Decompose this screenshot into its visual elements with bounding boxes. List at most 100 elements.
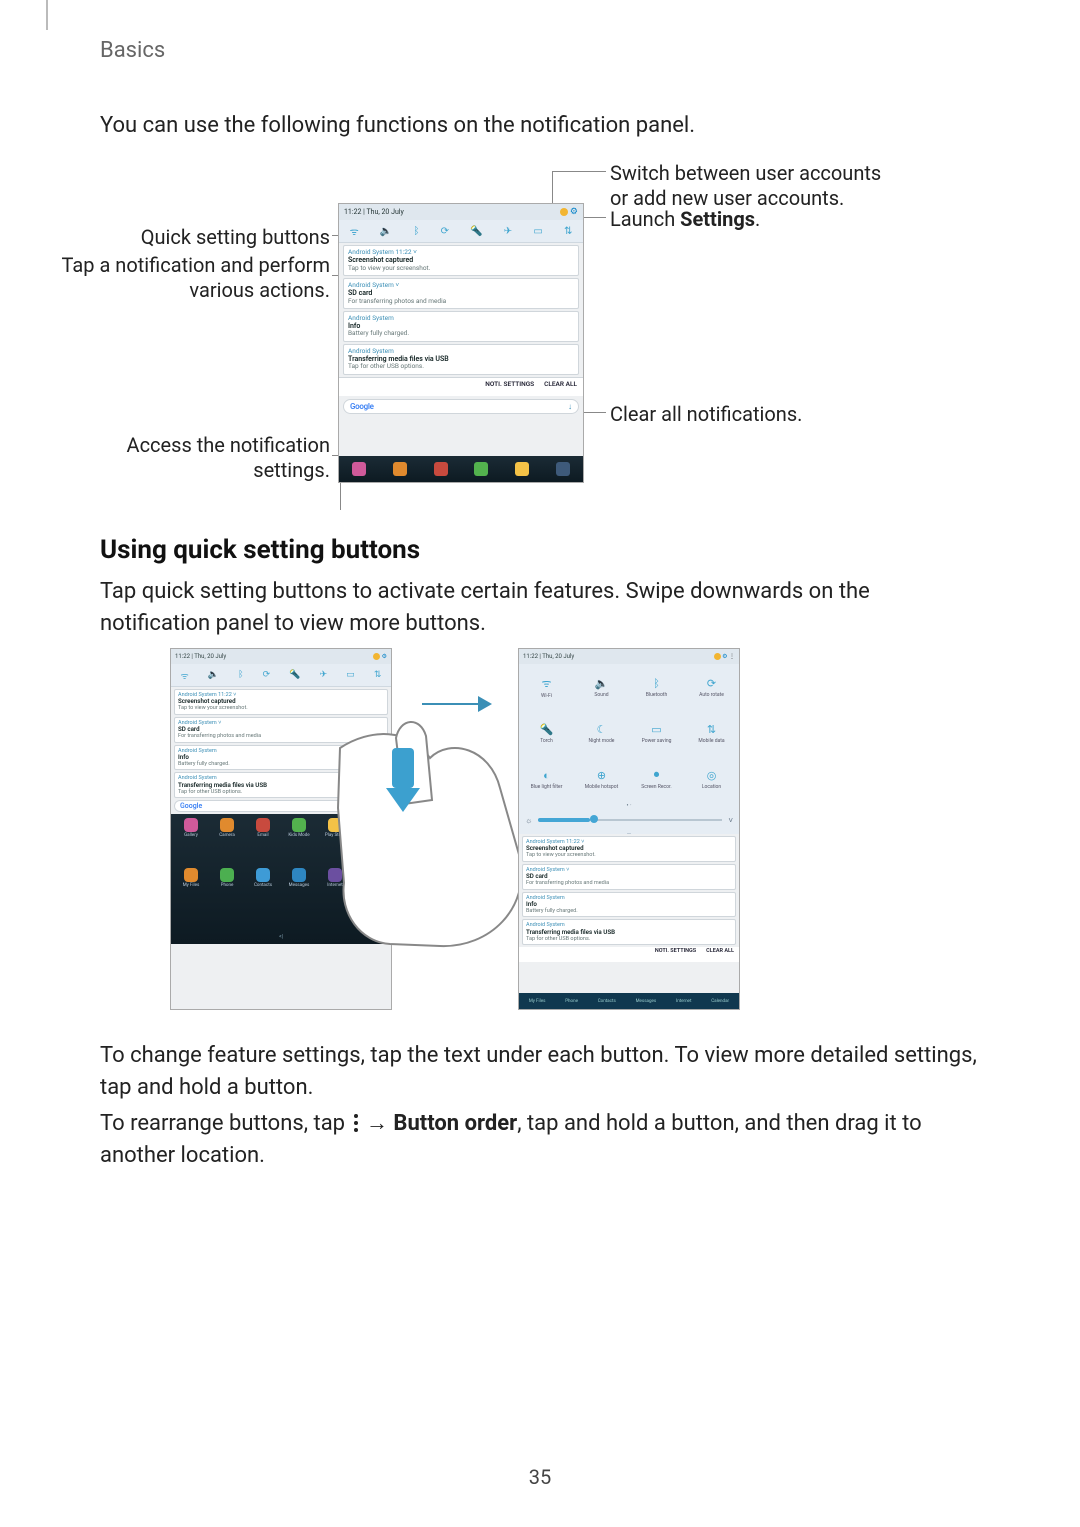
clear-all-button[interactable]: CLEAR ALL xyxy=(544,380,577,394)
google-search-bar[interactable]: Google ↓ xyxy=(343,399,579,414)
user-avatar-icon[interactable] xyxy=(560,208,568,216)
home-screen-area: Gallery Camera Email Kids Mode Play Stor… xyxy=(171,814,391,944)
notification-item[interactable]: Android System 11:22 ˅ Screenshot captur… xyxy=(174,689,388,715)
paragraph-change-feature: To change feature settings, tap the text… xyxy=(100,1040,980,1104)
airplane-icon[interactable]: ✈ xyxy=(504,226,512,237)
notif-title: Info xyxy=(178,754,384,761)
taskbar-item[interactable]: Contacts xyxy=(598,999,616,1004)
app-camera[interactable]: Camera xyxy=(213,818,241,838)
bluetooth-icon[interactable]: ᛒ xyxy=(413,226,419,237)
app-icon-email[interactable] xyxy=(434,462,448,476)
taskbar-item[interactable]: Calendar xyxy=(711,999,729,1004)
mic-icon[interactable]: ↓ xyxy=(568,402,572,411)
quick-settings-expand-figure: 11:22 | Thu, 20 July ⚙ ᯤ 🔈 ᛒ ⟳ 🔦 ✈ ▭ ⇅ A… xyxy=(170,648,910,1018)
app-icon-apps[interactable] xyxy=(556,462,570,476)
wifi-icon[interactable]: ᯤ xyxy=(350,224,359,238)
google-logo: Google xyxy=(180,802,202,810)
powersave-icon[interactable]: ▭ xyxy=(346,670,355,680)
google-search-bar[interactable]: Google xyxy=(174,800,388,812)
app-messages[interactable]: Messages xyxy=(285,868,313,888)
noti-settings-button[interactable]: NOTI. SETTINGS xyxy=(655,948,696,961)
qs-tile-mobiledata[interactable]: ⇅Mobile data xyxy=(684,710,739,756)
app-icon-playstore[interactable] xyxy=(515,462,529,476)
brightness-icon: ☼ xyxy=(525,816,532,825)
qs-tile-bluelight[interactable]: ◐Blue light filter xyxy=(519,756,574,802)
user-avatar-icon[interactable] xyxy=(714,653,721,660)
notification-item[interactable]: Android System 11:22 ˅ Screenshot captur… xyxy=(522,836,736,862)
qs-tile-label: Mobile data xyxy=(698,738,724,744)
qs-tile-torch[interactable]: 🔦Torch xyxy=(519,710,574,756)
app-myfiles[interactable]: My Files xyxy=(177,868,205,888)
user-avatar-icon[interactable] xyxy=(373,653,380,660)
gear-icon[interactable]: ⚙ xyxy=(382,653,387,660)
notification-item[interactable]: Android System 11:22 ˅ Screenshot captur… xyxy=(343,245,579,276)
breadcrumb: Basics xyxy=(100,38,165,63)
airplane-icon[interactable]: ✈ xyxy=(320,670,328,680)
label-launch-settings-c: . xyxy=(755,207,760,231)
app-calendar[interactable]: Calendar xyxy=(357,868,385,888)
sound-icon[interactable]: 🔈 xyxy=(380,226,392,237)
notification-item[interactable]: Android System Info Battery fully charge… xyxy=(343,311,579,342)
mobiledata-icon[interactable]: ⇅ xyxy=(564,226,572,237)
notification-item[interactable]: Android System Info Battery fully charge… xyxy=(174,745,388,771)
app-kidsmode[interactable]: Kids Mode xyxy=(285,818,313,838)
torch-icon[interactable]: 🔦 xyxy=(470,226,482,237)
label-access-noti-settings: Access the notification settings. xyxy=(40,433,330,483)
gear-icon[interactable]: ⚙ xyxy=(722,653,727,660)
qs-tile-location[interactable]: ◎Location xyxy=(684,756,739,802)
notif-sub: For transferring photos and media xyxy=(178,733,384,739)
rotate-icon[interactable]: ⟳ xyxy=(441,226,449,237)
notification-item[interactable]: Android System Transferring media files … xyxy=(174,772,388,798)
sound-icon[interactable]: 🔈 xyxy=(208,670,219,680)
gear-icon[interactable]: ⚙ xyxy=(570,207,578,217)
notif-sub: For transferring photos and media xyxy=(526,880,732,886)
app-email[interactable]: Email xyxy=(249,818,277,838)
qs-tile-label: Night mode xyxy=(589,738,615,744)
rotate-icon[interactable]: ⟳ xyxy=(263,670,271,680)
heading-quick-setting-buttons: Using quick setting buttons xyxy=(100,535,420,565)
app-playstore[interactable]: Play Store xyxy=(321,818,349,838)
notification-item[interactable]: Android System ˅ SD card For transferrin… xyxy=(174,717,388,743)
qs-tile-screenrec[interactable]: ⏺Screen Recor. xyxy=(629,756,684,802)
powersave-icon[interactable]: ▭ xyxy=(533,226,542,237)
qs-tile-autorotate[interactable]: ⟳Auto rotate xyxy=(684,664,739,710)
notification-item[interactable]: Android System ˅ SD card For transferrin… xyxy=(522,864,736,890)
notification-item[interactable]: Android System Info Battery fully charge… xyxy=(522,892,736,918)
app-icon-camera[interactable] xyxy=(393,462,407,476)
quick-settings-row[interactable]: ᯤ 🔈 ᛒ ⟳ 🔦 ✈ ▭ ⇅ xyxy=(339,220,583,243)
qs-tile-sound[interactable]: 🔈Sound xyxy=(574,664,629,710)
paragraph-qs-intro: Tap quick setting buttons to activate ce… xyxy=(100,576,980,640)
app-internet[interactable]: Internet xyxy=(321,868,349,888)
app-icon-gallery[interactable] xyxy=(352,462,366,476)
chevron-down-icon[interactable]: ˅ xyxy=(728,816,733,825)
qs-tile-night[interactable]: ☾Night mode xyxy=(574,710,629,756)
app-gallery[interactable]: Gallery xyxy=(177,818,205,838)
notification-item[interactable]: Android System Transferring media files … xyxy=(343,344,579,375)
qs-tile-hotspot[interactable]: ⊕Mobile hotspot xyxy=(574,756,629,802)
taskbar-item[interactable]: Internet xyxy=(676,999,691,1004)
taskbar-item[interactable]: Messages xyxy=(636,999,657,1004)
torch-icon[interactable]: 🔦 xyxy=(289,670,300,680)
notification-item[interactable]: Android System ˅ SD card For transferrin… xyxy=(343,278,579,309)
mobiledata-icon[interactable]: ⇅ xyxy=(374,670,382,680)
wifi-icon[interactable]: ᯤ xyxy=(181,669,189,682)
qs-tile-bluetooth[interactable]: ᛒBluetooth xyxy=(629,664,684,710)
qs-tile-wifi[interactable]: ᯤWi-Fi xyxy=(519,664,574,710)
app-icon-kidsmode[interactable] xyxy=(474,462,488,476)
taskbar-item[interactable]: Phone xyxy=(565,999,578,1004)
notif-header: Android System 11:22 ˅ xyxy=(348,249,574,256)
qs-tile-label: Power saving xyxy=(642,738,672,744)
qs-tile-powersaving[interactable]: ▭Power saving xyxy=(629,710,684,756)
more-options-icon[interactable]: ⋮ xyxy=(729,653,735,660)
app-phone[interactable]: Phone xyxy=(213,868,241,888)
text-fragment: → xyxy=(361,1111,394,1136)
bluetooth-icon[interactable]: ᛒ xyxy=(238,670,243,680)
taskbar-item[interactable]: My Files xyxy=(529,999,546,1004)
brightness-slider[interactable]: ☼ ˅ xyxy=(519,809,739,831)
app-contacts[interactable]: Contacts xyxy=(249,868,277,888)
noti-settings-button[interactable]: NOTI. SETTINGS xyxy=(485,380,534,394)
clear-all-button[interactable]: CLEAR ALL xyxy=(706,948,734,961)
app-google[interactable]: Goo… xyxy=(357,818,385,838)
notification-item[interactable]: Android System Transferring media files … xyxy=(522,919,736,945)
quick-settings-row[interactable]: ᯤ 🔈 ᛒ ⟳ 🔦 ✈ ▭ ⇅ xyxy=(171,664,391,687)
